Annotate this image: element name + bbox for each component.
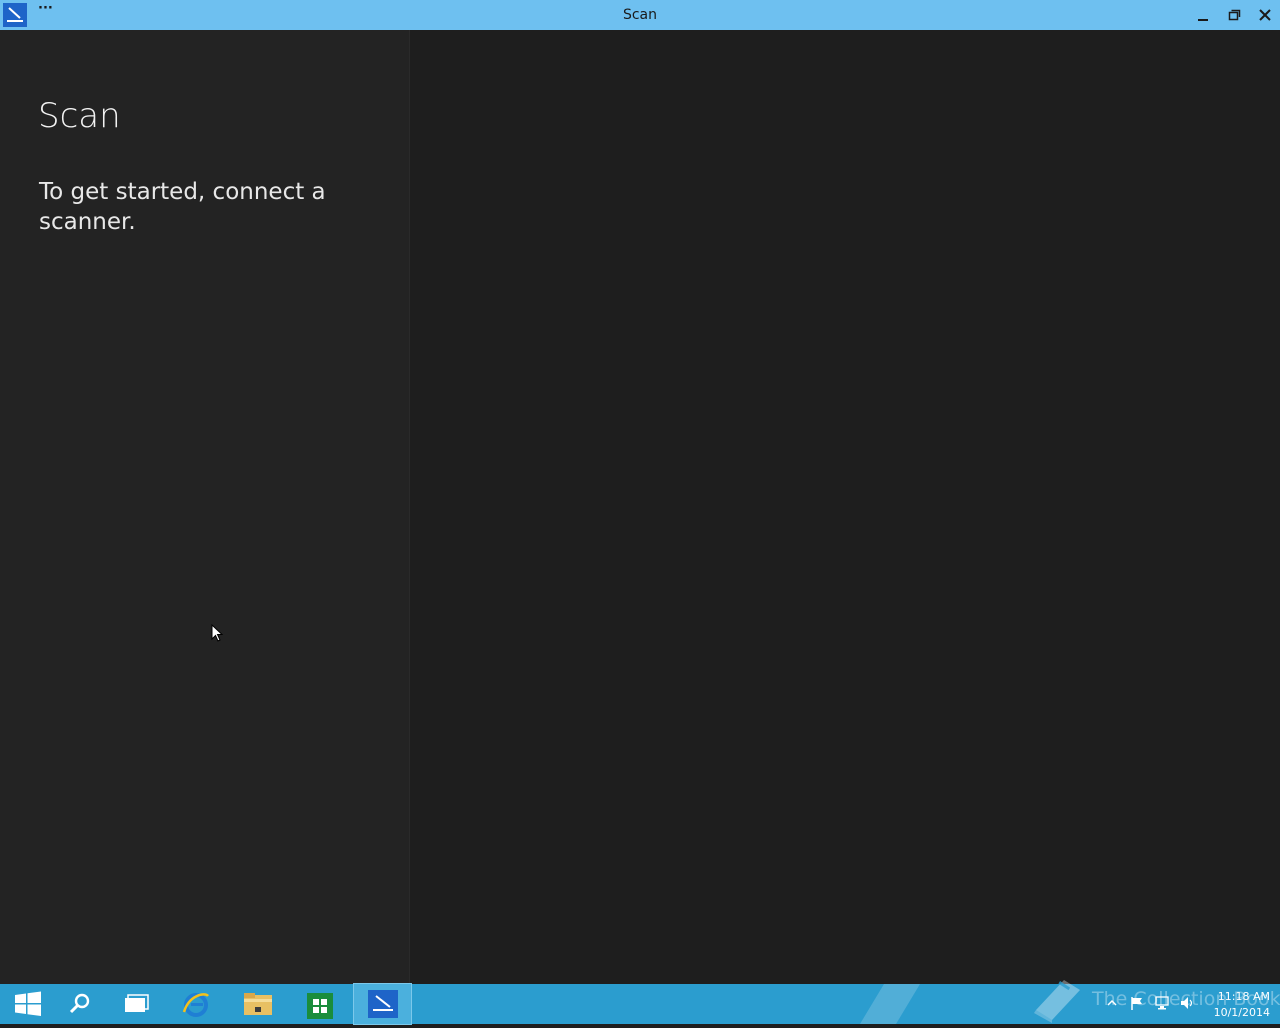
ie-icon <box>182 993 209 1017</box>
network-icon[interactable] <box>1155 996 1169 1010</box>
scanner-app-icon <box>367 990 398 1018</box>
clock-date: 10/1/2014 <box>1213 1006 1270 1019</box>
search-button[interactable] <box>52 984 108 1024</box>
start-button[interactable] <box>0 984 56 1024</box>
clock-time: 11:18 AM <box>1217 990 1270 1003</box>
flag-icon[interactable] <box>1130 996 1144 1010</box>
mouse-cursor-icon <box>211 624 224 642</box>
search-icon <box>69 993 90 1014</box>
scan-taskbar-button[interactable] <box>353 983 412 1025</box>
close-icon <box>1259 9 1271 21</box>
maximize-icon <box>1228 9 1241 21</box>
taskbar-decor-stripe <box>860 984 920 1024</box>
store-button[interactable] <box>292 984 348 1024</box>
minimize-button[interactable] <box>1189 3 1217 27</box>
volume-icon[interactable] <box>1180 996 1194 1010</box>
file-explorer-button[interactable] <box>230 984 286 1024</box>
window-title: Scan <box>622 7 658 23</box>
maximize-button[interactable] <box>1220 3 1248 27</box>
task-view-icon <box>125 994 149 1012</box>
folder-icon <box>244 993 272 1015</box>
task-view-button[interactable] <box>108 984 164 1024</box>
close-button[interactable] <box>1251 3 1279 27</box>
internet-explorer-button[interactable] <box>168 984 224 1024</box>
left-pane <box>0 30 409 984</box>
title-bar: ··· Scan <box>0 0 1280 30</box>
system-clock[interactable]: 11:18 AM 10/1/2014 <box>1200 989 1270 1021</box>
show-hidden-icon[interactable] <box>1105 996 1119 1010</box>
windows-logo-icon <box>15 991 41 1016</box>
minimize-icon <box>1198 19 1208 21</box>
page-title: Scan <box>38 96 121 136</box>
preview-pane <box>410 30 1280 984</box>
connect-scanner-message: To get started, connect a scanner. <box>39 179 326 235</box>
store-icon <box>307 993 333 1019</box>
